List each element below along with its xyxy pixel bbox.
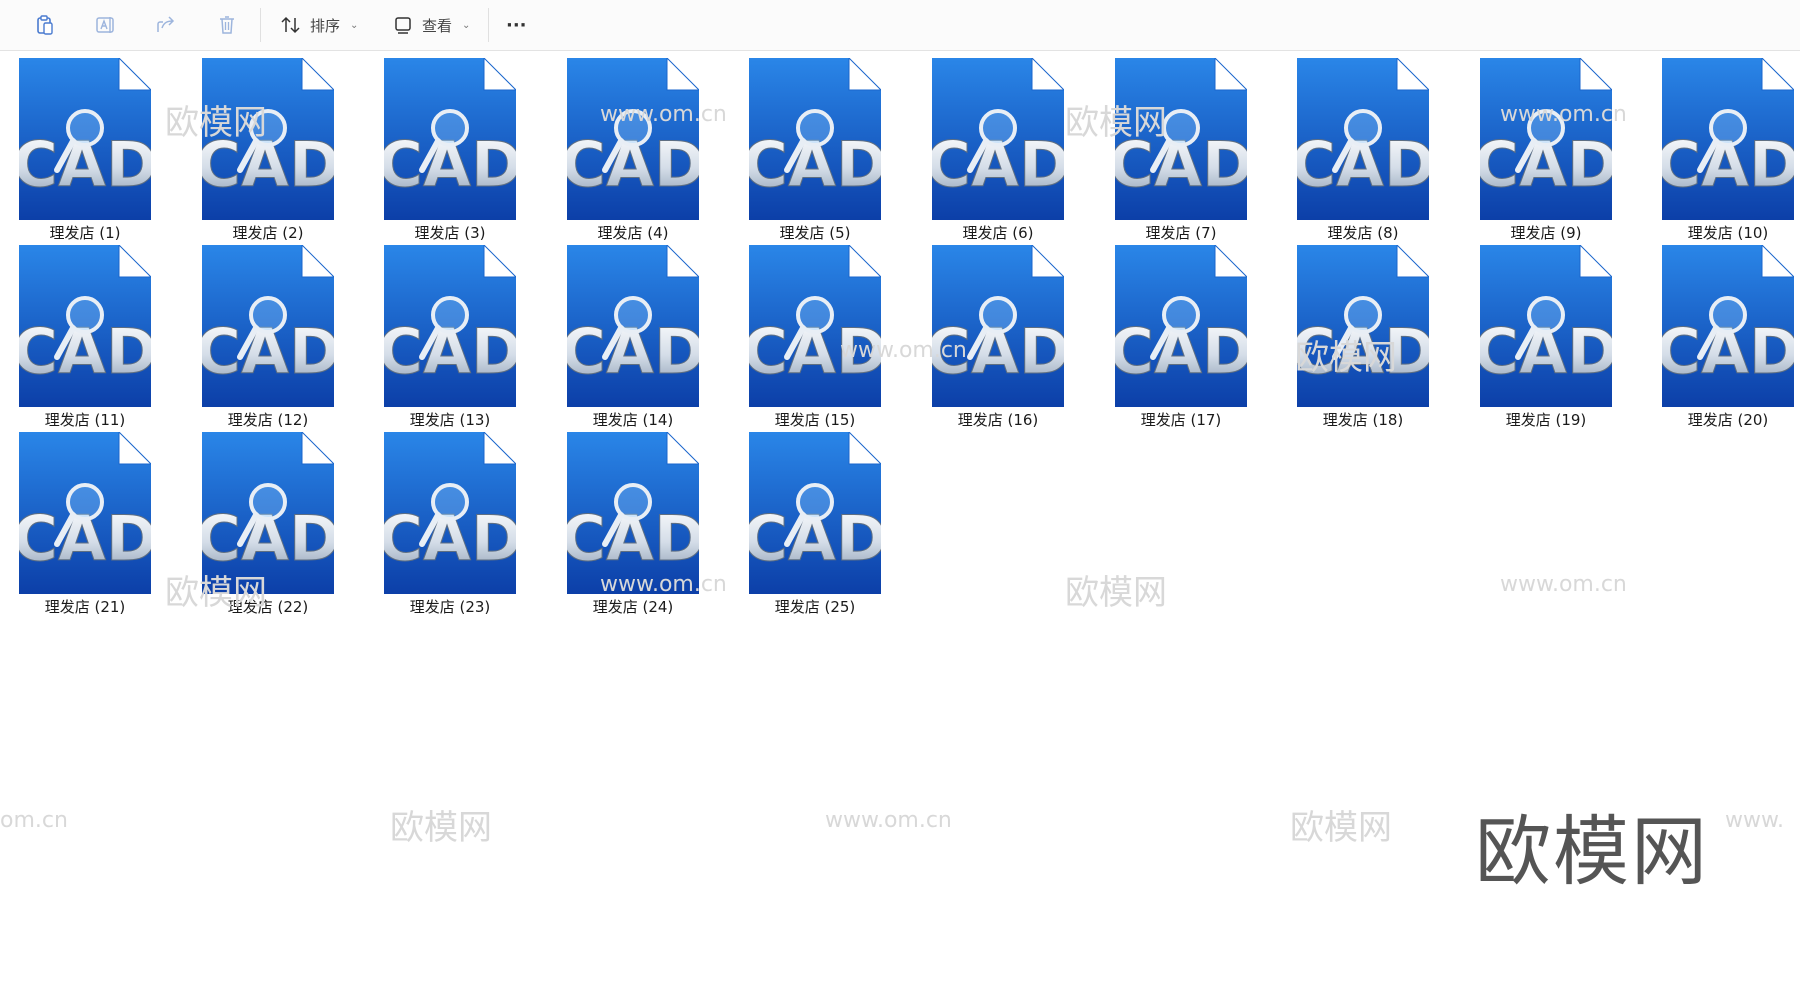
file-name: 理发店 (5) bbox=[779, 224, 851, 242]
file-item[interactable]: CAD 理发店 (13) bbox=[365, 245, 535, 430]
cad-file-icon: CAD bbox=[384, 58, 516, 220]
cad-file-icon: CAD bbox=[1297, 58, 1429, 220]
cad-file-icon: CAD bbox=[749, 432, 881, 594]
file-name: 理发店 (10) bbox=[1687, 224, 1769, 242]
file-name: 理发店 (24) bbox=[592, 598, 674, 616]
file-item[interactable]: CAD 理发店 (17) bbox=[1096, 245, 1266, 430]
cad-file-icon: CAD bbox=[1115, 245, 1247, 407]
file-item[interactable]: CAD 理发店 (7) bbox=[1096, 58, 1266, 243]
file-name: 理发店 (8) bbox=[1327, 224, 1399, 242]
cad-file-icon: CAD bbox=[567, 58, 699, 220]
cad-file-icon: CAD bbox=[202, 245, 334, 407]
file-name: 理发店 (22) bbox=[227, 598, 309, 616]
file-item[interactable]: CAD 理发店 (11) bbox=[0, 245, 170, 430]
file-name: 理发店 (6) bbox=[962, 224, 1034, 242]
file-item[interactable]: CAD 理发店 (19) bbox=[1461, 245, 1631, 430]
file-name: 理发店 (19) bbox=[1505, 411, 1587, 429]
cad-file-icon: CAD bbox=[1662, 58, 1794, 220]
file-item[interactable]: CAD 理发店 (20) bbox=[1643, 245, 1800, 430]
file-item[interactable]: CAD 理发店 (25) bbox=[730, 432, 900, 617]
file-item[interactable]: CAD 理发店 (24) bbox=[548, 432, 718, 617]
file-item[interactable]: CAD 理发店 (22) bbox=[183, 432, 353, 617]
file-item[interactable]: CAD 理发店 (12) bbox=[183, 245, 353, 430]
cad-file-icon: CAD bbox=[567, 432, 699, 594]
file-item[interactable]: CAD 理发店 (2) bbox=[183, 58, 353, 243]
file-item[interactable]: CAD 理发店 (23) bbox=[365, 432, 535, 617]
file-name: 理发店 (9) bbox=[1510, 224, 1582, 242]
file-item[interactable]: CAD 理发店 (14) bbox=[548, 245, 718, 430]
file-item[interactable]: CAD 理发店 (8) bbox=[1278, 58, 1448, 243]
cad-file-icon: CAD bbox=[749, 58, 881, 220]
file-item[interactable]: CAD 理发店 (15) bbox=[730, 245, 900, 430]
cad-file-icon: CAD bbox=[384, 245, 516, 407]
file-name: 理发店 (20) bbox=[1687, 411, 1769, 429]
cad-file-icon: CAD bbox=[1480, 58, 1612, 220]
file-item[interactable]: CAD 理发店 (16) bbox=[913, 245, 1083, 430]
cad-file-icon: CAD bbox=[384, 432, 516, 594]
file-item[interactable]: CAD 理发店 (4) bbox=[548, 58, 718, 243]
file-name: 理发店 (23) bbox=[409, 598, 491, 616]
cad-file-icon: CAD bbox=[202, 58, 334, 220]
file-name: 理发店 (7) bbox=[1145, 224, 1217, 242]
file-name: 理发店 (12) bbox=[227, 411, 309, 429]
file-item[interactable]: CAD 理发店 (21) bbox=[0, 432, 170, 617]
file-item[interactable]: CAD 理发店 (9) bbox=[1461, 58, 1631, 243]
file-name: 理发店 (25) bbox=[774, 598, 856, 616]
cad-file-icon: CAD bbox=[1115, 58, 1247, 220]
file-item[interactable]: CAD 理发店 (6) bbox=[913, 58, 1083, 243]
file-name: 理发店 (1) bbox=[49, 224, 121, 242]
cad-file-icon: CAD bbox=[19, 58, 151, 220]
file-item[interactable]: CAD 理发店 (1) bbox=[0, 58, 170, 243]
cad-file-icon: CAD bbox=[1297, 245, 1429, 407]
cad-file-icon: CAD bbox=[19, 432, 151, 594]
cad-file-icon: CAD bbox=[749, 245, 881, 407]
file-name: 理发店 (11) bbox=[44, 411, 126, 429]
cad-file-icon: CAD bbox=[932, 58, 1064, 220]
cad-file-icon: CAD bbox=[19, 245, 151, 407]
cad-file-icon: CAD bbox=[1480, 245, 1612, 407]
file-item[interactable]: CAD 理发店 (18) bbox=[1278, 245, 1448, 430]
file-name: 理发店 (21) bbox=[44, 598, 126, 616]
file-name: 理发店 (14) bbox=[592, 411, 674, 429]
file-name: 理发店 (18) bbox=[1322, 411, 1404, 429]
cad-file-icon: CAD bbox=[1662, 245, 1794, 407]
file-name: 理发店 (2) bbox=[232, 224, 304, 242]
cad-file-icon: CAD bbox=[567, 245, 699, 407]
file-name: 理发店 (4) bbox=[597, 224, 669, 242]
watermark-logo: 欧模网 bbox=[1475, 807, 1709, 896]
file-name: 理发店 (15) bbox=[774, 411, 856, 429]
file-name: 理发店 (17) bbox=[1140, 411, 1222, 429]
cad-file-icon: CAD bbox=[932, 245, 1064, 407]
file-name: 理发店 (16) bbox=[957, 411, 1039, 429]
file-name: 理发店 (3) bbox=[414, 224, 486, 242]
cad-file-icon: CAD bbox=[202, 432, 334, 594]
file-item[interactable]: CAD 理发店 (10) bbox=[1643, 58, 1800, 243]
file-item[interactable]: CAD 理发店 (3) bbox=[365, 58, 535, 243]
file-name: 理发店 (13) bbox=[409, 411, 491, 429]
file-item[interactable]: CAD 理发店 (5) bbox=[730, 58, 900, 243]
